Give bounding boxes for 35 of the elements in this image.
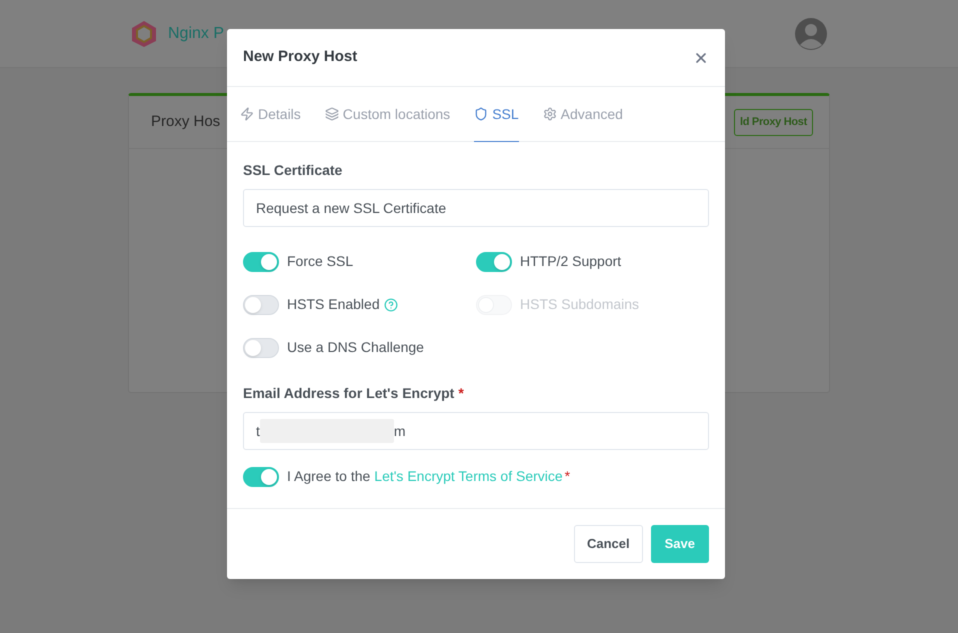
- card-title: Proxy Hos: [151, 112, 220, 132]
- email-input[interactable]: t m: [243, 412, 709, 450]
- avatar-icon[interactable]: [794, 16, 828, 50]
- switch-label: HSTS Enabled: [287, 295, 380, 314]
- gear-icon: [542, 107, 557, 121]
- save-button[interactable]: Save: [650, 525, 709, 563]
- tab[interactable]: SSL: [474, 87, 519, 142]
- toggle-switch[interactable]: [243, 294, 279, 314]
- field-label: SSL Certificate: [243, 161, 344, 180]
- add-proxy-host-button[interactable]: ld Proxy Host: [734, 108, 813, 136]
- app-title: Nginx P: [168, 24, 224, 44]
- terms-link[interactable]: Let's Encrypt Terms of Service: [374, 466, 563, 487]
- switch-label: Force SSL: [287, 252, 354, 271]
- shield-icon: [474, 107, 488, 121]
- switch-label: HSTS Subdomains: [520, 295, 640, 314]
- ssl-certificate-select[interactable]: Request a new SSL Certificate: [243, 189, 709, 227]
- switch-label: Use a DNS Challenge: [287, 338, 424, 357]
- tab[interactable]: Advanced: [542, 87, 623, 142]
- toggle-switch[interactable]: [243, 338, 279, 358]
- bolt-icon: [240, 107, 254, 121]
- switch-label: HTTP/2 Support: [520, 252, 622, 271]
- tab[interactable]: Custom locations: [324, 87, 450, 142]
- layers-icon: [324, 107, 339, 121]
- toggle-switch[interactable]: [243, 252, 279, 272]
- tab[interactable]: Details: [240, 87, 301, 142]
- logo-icon: [130, 20, 158, 48]
- required-mark: *: [564, 467, 570, 486]
- toggle-switch[interactable]: [476, 252, 512, 272]
- modal-title: New Proxy Host: [243, 47, 358, 68]
- toggle-switch[interactable]: [243, 466, 279, 486]
- required-mark: *: [458, 384, 464, 403]
- field-label: Email Address for Let's Encrypt: [243, 384, 454, 403]
- cancel-button[interactable]: Cancel: [574, 525, 643, 563]
- help-icon[interactable]: [384, 298, 398, 312]
- agree-text: I Agree to the: [287, 467, 370, 486]
